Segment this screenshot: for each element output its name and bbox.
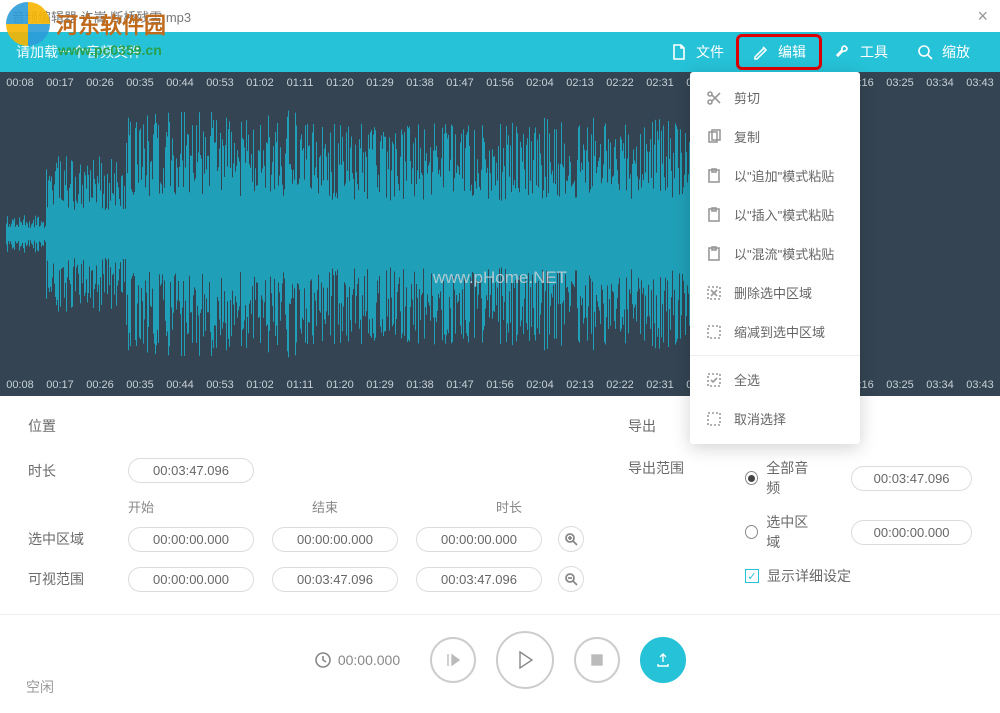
copy-icon [706, 129, 722, 145]
col-start-label: 开始 [128, 497, 220, 516]
menu-paste-insert[interactable]: 以"插入"模式粘贴 [690, 195, 860, 234]
selection-start-field[interactable]: 00:00:00.000 [128, 527, 254, 552]
col-end-label: 结束 [312, 497, 404, 516]
clipboard-icon [706, 207, 722, 223]
menu-trim-to-selection[interactable]: 缩减到选中区域 [690, 312, 860, 351]
wrench-icon [834, 43, 852, 61]
play-icon [514, 649, 536, 671]
clock-icon [314, 651, 332, 669]
zoom-out-icon [564, 572, 578, 586]
share-icon [654, 651, 672, 669]
crop-x-icon [706, 285, 722, 301]
pencil-icon [752, 43, 770, 61]
play-segment-button[interactable] [430, 637, 476, 683]
show-details-check[interactable]: ✓ 显示详细设定 [745, 566, 972, 586]
playback-time: 00:00.000 [314, 651, 400, 669]
play-button[interactable] [496, 631, 554, 689]
radio-on-icon [745, 471, 758, 485]
clipboard-icon [706, 168, 722, 184]
selection-len-field[interactable]: 00:00:00.000 [416, 527, 542, 552]
export-all-radio[interactable]: 全部音频 00:03:47.096 [745, 458, 972, 498]
export-all-field[interactable]: 00:03:47.096 [851, 466, 972, 491]
scissors-icon [706, 90, 722, 106]
menu-deselect[interactable]: 取消选择 [690, 399, 860, 438]
player-controls: 00:00.000 [0, 615, 1000, 705]
deselect-icon [706, 411, 722, 427]
crop-icon [706, 324, 722, 340]
col-span-label: 时长 [496, 497, 588, 516]
file-menu-button[interactable]: 文件 [656, 36, 738, 68]
toolbar-hint: 请加载一个音频文件 [16, 42, 142, 62]
app-title: 音频编辑器 许嵩 断桥残雪.mp3 [12, 7, 191, 26]
menu-select-all[interactable]: 全选 [690, 360, 860, 399]
duration-field[interactable]: 00:03:47.096 [128, 458, 254, 483]
radio-off-icon [745, 525, 758, 539]
zoom-menu-button[interactable]: 缩放 [902, 36, 984, 68]
edit-dropdown: 剪切 复制 以"追加"模式粘贴 以"插入"模式粘贴 以"混流"模式粘贴 删除选中… [690, 72, 860, 444]
position-heading: 位置 [28, 416, 588, 436]
zoom-in-button[interactable] [558, 526, 584, 552]
visible-len-field[interactable]: 00:03:47.096 [416, 567, 542, 592]
selection-label: 选中区域 [28, 529, 128, 549]
stop-button[interactable] [574, 637, 620, 683]
menu-cut[interactable]: 剪切 [690, 78, 860, 117]
checkbox-on-icon: ✓ [745, 569, 759, 583]
export-button[interactable] [640, 637, 686, 683]
main-toolbar: 请加载一个音频文件 文件 编辑 工具 缩放 [0, 32, 1000, 72]
menu-paste-append[interactable]: 以"追加"模式粘贴 [690, 156, 860, 195]
visible-label: 可视范围 [28, 569, 128, 589]
zoom-out-button[interactable] [558, 566, 584, 592]
file-icon [670, 43, 688, 61]
selection-end-field[interactable]: 00:00:00.000 [272, 527, 398, 552]
export-sel-field[interactable]: 00:00:00.000 [851, 520, 972, 545]
visible-end-field[interactable]: 00:03:47.096 [272, 567, 398, 592]
clipboard-icon [706, 246, 722, 262]
menu-delete-selection[interactable]: 删除选中区域 [690, 273, 860, 312]
stop-icon [588, 651, 606, 669]
menu-paste-mix[interactable]: 以"混流"模式粘贴 [690, 234, 860, 273]
zoom-icon [916, 43, 934, 61]
edit-menu-button[interactable]: 编辑 [738, 36, 820, 68]
export-range-label: 导出范围 [628, 458, 705, 478]
select-all-icon [706, 372, 722, 388]
tools-menu-button[interactable]: 工具 [820, 36, 902, 68]
duration-label: 时长 [28, 461, 128, 481]
menu-copy[interactable]: 复制 [690, 117, 860, 156]
window-close-button[interactable]: × [977, 6, 988, 27]
visible-start-field[interactable]: 00:00:00.000 [128, 567, 254, 592]
export-selection-radio[interactable]: 选中区域 00:00:00.000 [745, 512, 972, 552]
play-segment-icon [444, 651, 462, 669]
status-text: 空闲 [26, 677, 54, 697]
zoom-in-icon [564, 532, 578, 546]
